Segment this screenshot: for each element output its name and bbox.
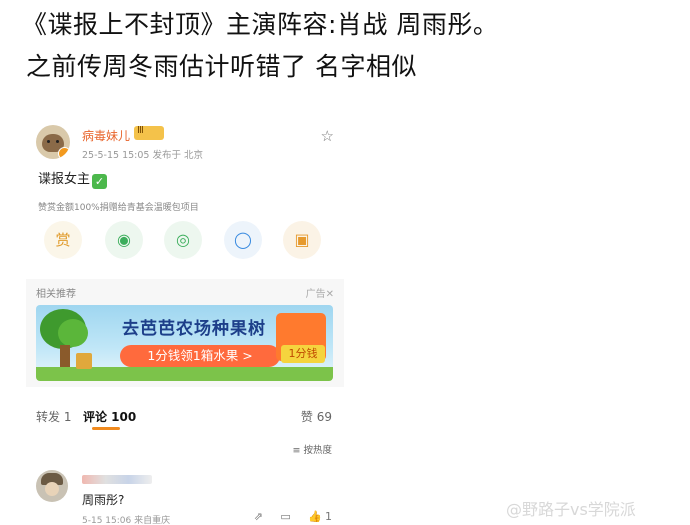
tab-bar: 转发 1 评论 100 赞 69 [26,400,344,430]
level-badge: Ⅲ [137,125,144,136]
post: 病毒妹儿 Ⅲ 25-5-15 15:05 发布于 北京 ☆ 谍报女主 ✓ 赞赏金额… [26,117,344,270]
comment-text: 周雨彤? [82,493,125,507]
avatar-face [45,482,59,496]
comment-meta: 5-15 15:06 来自重庆 [82,516,171,525]
blurred-username[interactable] [82,475,152,484]
avatar-eye [47,140,50,143]
share-icon[interactable]: ⇗ [254,510,263,523]
watermark: @野路子vs学院派 [506,500,636,519]
qq-icon[interactable]: ◯ [224,221,262,259]
star-outline-icon[interactable]: ☆ [321,127,334,145]
check-mark-icon: ✓ [92,174,108,189]
sort-button[interactable]: ≡ 按热度 [293,442,332,456]
banner-title: 去芭芭农场种果树 [122,319,266,339]
reply-icon[interactable]: ▭ [280,510,290,523]
caption-line-2: 之前传周冬雨估计听错了 名字相似 [26,52,417,81]
ad-banner[interactable]: 去芭芭农场种果树 1分钱领1箱水果 > 1分钱 [36,305,333,381]
username[interactable]: 病毒妹儿 [82,127,130,144]
comment-actions: ⇗ ▭ 👍 1 [240,510,332,523]
avatar-eye [56,140,59,143]
tree-illustration-leaves [58,319,88,347]
recommend-section: 相关推荐 广告✕ 去芭芭农场种果树 1分钱领1箱水果 > 1分钱 [26,279,344,387]
comment-like-count: 1 [325,510,332,523]
moments-icon[interactable]: ◎ [164,221,202,259]
commenter-avatar[interactable] [36,470,68,502]
reward-icon[interactable]: 赏 [44,221,82,259]
tab-comments[interactable]: 评论 100 [83,408,136,425]
tab-repost[interactable]: 转发 1 [36,408,71,425]
post-text-content: 谍报女主 [38,172,91,187]
avatar[interactable] [36,125,70,159]
recommend-title: 相关推荐 [36,289,76,300]
post-meta: 25-5-15 15:05 发布于 北京 [82,150,204,161]
verified-badge-icon [58,147,70,159]
post-text: 谍报女主 ✓ [38,168,108,189]
save-image-icon[interactable]: ▣ [283,221,321,259]
grass-strip [36,367,333,381]
thumb-up-icon[interactable]: 👍 [308,510,322,523]
sponsor-note: 赞赏金额100%捐赠给青基会温暖包项目 [38,203,199,213]
tree-trunk [60,345,70,369]
comment-item: 周雨彤? 5-15 15:06 来自重庆 ⇗ ▭ 👍 1 [26,465,344,525]
action-row: 赏 ◉ ◎ ◯ ▣ [44,221,334,261]
tab-likes[interactable]: 赞 69 [301,408,332,425]
weibo-screenshot: 病毒妹儿 Ⅲ 25-5-15 15:05 发布于 北京 ☆ 谍报女主 ✓ 赞赏金额… [26,117,344,525]
caption-line-1: 《谍报上不封顶》主演阵容:肖战 周雨彤。 [22,10,499,39]
banner-cta-button[interactable]: 1分钱领1箱水果 > [120,345,280,367]
wechat-icon[interactable]: ◉ [105,221,143,259]
ad-close-button[interactable]: 广告✕ [306,285,334,300]
fruit-box-icon [76,353,92,369]
active-tab-indicator [92,427,120,430]
vip-crown-icon: Ⅲ [134,125,164,140]
banner-price-tag: 1分钱 [281,345,325,363]
